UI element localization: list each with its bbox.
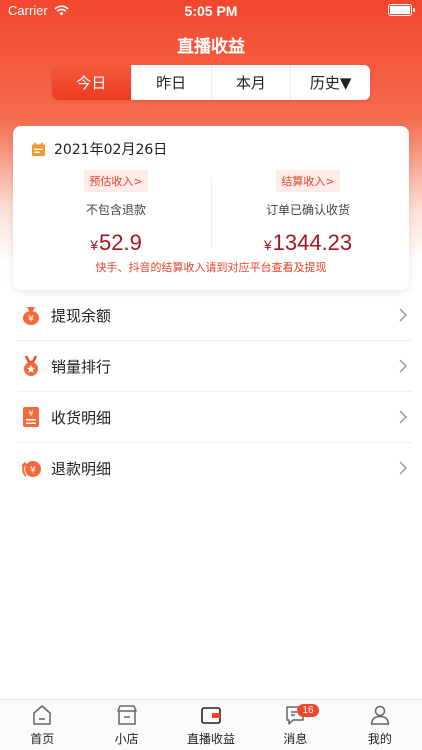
tab-today[interactable]: 今日 [52, 65, 132, 100]
menu-label-refund-details: 退款明细 [51, 460, 112, 478]
menu-item-sales-ranking[interactable]: 销量排行 [18, 341, 412, 392]
tab-history[interactable]: 历史▼ [291, 65, 370, 100]
status-bar: Carrier 5:05 PM [0, 0, 422, 24]
estimated-income-link[interactable]: 预估收入> [84, 170, 148, 192]
estimated-income-amount: ¥52.9 [21, 230, 211, 256]
tabbar-me[interactable]: 我的 [338, 700, 422, 750]
platform-note: 快手、抖音的结算收入请到对应平台查看及提现 [95, 261, 327, 274]
currency-symbol: ¥ [90, 237, 98, 253]
wallet-icon [201, 707, 221, 724]
menu-label-sales-ranking: 销量排行 [51, 357, 112, 376]
svg-text:¥: ¥ [30, 465, 36, 475]
menu-item-withdraw-balance[interactable]: ¥ 提现余额 [18, 290, 412, 341]
page-title: 直播收益 [177, 37, 245, 57]
tabbar-live-income[interactable]: 直播收益 [169, 700, 253, 750]
tab-yesterday[interactable]: 昨日 [132, 65, 212, 100]
estimated-income-sub: 不包含退款 [85, 203, 146, 217]
settled-income-amount: ¥1344.23 [213, 230, 403, 256]
menu-list: ¥ 提现余额 销量排行 ¥ 收货明细 ¥ 退款明细 [18, 290, 412, 494]
tabbar-label-shop: 小店 [114, 732, 139, 746]
card-divider [211, 178, 212, 248]
menu-label-withdraw-balance: 提现余额 [51, 306, 112, 325]
estimated-amount-value: 52.9 [98, 230, 142, 255]
calendar-icon [31, 141, 46, 156]
refund-icon: ¥ [21, 460, 41, 477]
user-icon [370, 705, 390, 725]
home-icon [33, 705, 51, 725]
shop-icon [116, 705, 137, 725]
tabbar-label-live-income: 直播收益 [187, 732, 236, 746]
settled-amount-value: 1344.23 [272, 230, 353, 255]
chevron-right-icon [399, 308, 408, 322]
money-bag-icon: ¥ [23, 307, 39, 325]
receipt-icon: ¥ [23, 407, 39, 427]
message-count-badge: 16 [297, 704, 319, 717]
tab-this-month[interactable]: 本月 [212, 65, 292, 100]
menu-label-receipt-details: 收货明细 [51, 408, 112, 427]
settled-income-link[interactable]: 结算收入> [276, 170, 340, 192]
chevron-right-icon [399, 461, 408, 475]
chevron-right-icon [399, 410, 408, 424]
status-time: 5:05 PM [184, 3, 238, 19]
date-label: 2021年02月26日 [54, 142, 168, 158]
battery-icon [388, 4, 415, 16]
income-card: 2021年02月26日 预估收入> 不包含退款 ¥52.9 结算收入> 订单已确… [13, 126, 409, 290]
chevron-right-icon [399, 359, 408, 373]
period-tabs: 今日 昨日 本月 历史▼ [52, 65, 370, 100]
settled-income: 结算收入> 订单已确认收货 ¥1344.23 [213, 170, 403, 256]
tabbar-shop[interactable]: 小店 [84, 700, 168, 750]
bottom-tab-bar: 首页 小店 直播收益 16 消息 我的 [0, 699, 422, 750]
currency-symbol: ¥ [263, 237, 272, 253]
estimated-income: 预估收入> 不包含退款 ¥52.9 [21, 170, 211, 256]
menu-item-refund-details[interactable]: ¥ 退款明细 [18, 443, 412, 494]
tabbar-label-messages: 消息 [283, 732, 308, 746]
svg-text:¥: ¥ [28, 315, 34, 325]
svg-text:¥: ¥ [28, 409, 33, 418]
tabbar-label-me: 我的 [367, 732, 392, 746]
tabbar-messages[interactable]: 16 消息 [253, 700, 337, 750]
menu-item-receipt-details[interactable]: ¥ 收货明细 [18, 392, 412, 443]
medal-icon [24, 355, 38, 376]
tabbar-home[interactable]: 首页 [0, 700, 84, 750]
tabbar-label-home: 首页 [30, 732, 55, 746]
settled-income-sub: 订单已确认收货 [265, 203, 350, 217]
